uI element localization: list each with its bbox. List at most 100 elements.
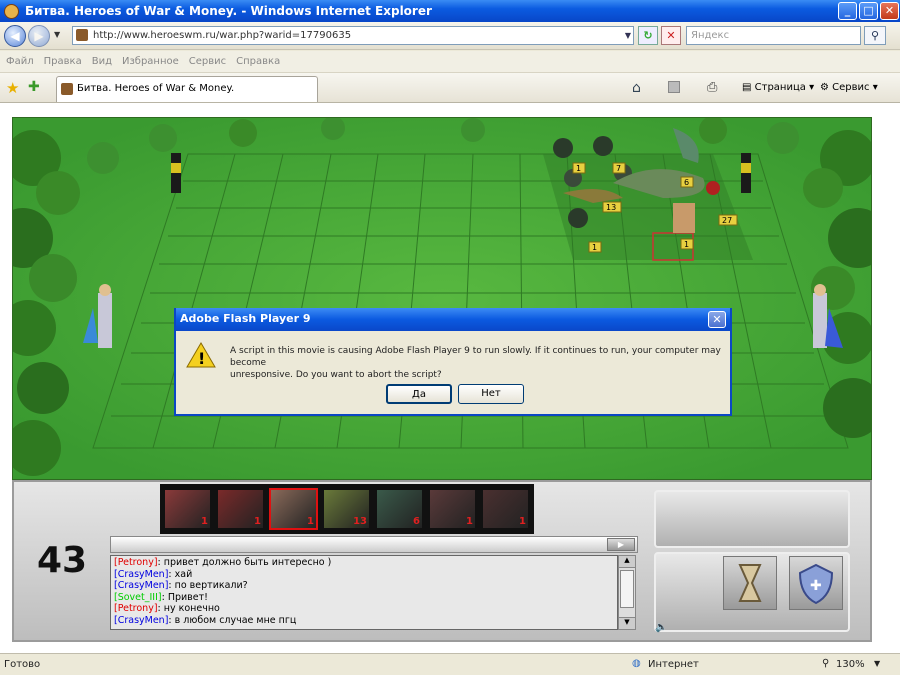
tab-row: ★ ✚ Битва. Heroes of War & Money. ⌂ ⎙ ▤ … <box>0 73 900 103</box>
dialog-close-button[interactable]: ✕ <box>708 311 726 328</box>
chat-author[interactable]: [CrasyMen] <box>114 615 168 626</box>
battlefield[interactable]: 1 7 6 13 27 1 1 <box>12 117 872 480</box>
badge-7: 1 <box>684 240 689 249</box>
queue-unit-count: 1 <box>254 516 261 527</box>
zoom-icon: ⚲ <box>822 658 830 669</box>
queue-unit[interactable]: 6 <box>375 488 424 530</box>
chat-message: [Sovet_III]: Привет! <box>114 592 614 604</box>
chat-message: [Petrony]: ну конечно <box>114 603 614 615</box>
title-bar: Битва. Heroes of War & Money. - Windows … <box>0 0 900 22</box>
site-icon <box>76 29 88 41</box>
queue-unit[interactable]: 1 <box>216 488 265 530</box>
defend-button[interactable]: ✚ <box>789 556 843 610</box>
address-row: ◀ ▶ ▼ http://www.heroeswm.ru/war.php?war… <box>0 22 900 50</box>
zoom-dropdown-icon[interactable]: ▼ <box>874 659 880 668</box>
unit-left-archer[interactable] <box>171 153 181 193</box>
menu-file[interactable]: Файл <box>6 56 34 67</box>
dialog-message-line2: unresponsive. Do you want to abort the s… <box>230 370 442 380</box>
home-icon[interactable]: ⌂ <box>632 80 641 96</box>
page-label: Страница <box>754 82 806 93</box>
dialog-title: Adobe Flash Player 9 <box>180 312 311 325</box>
minimize-button[interactable]: _ <box>838 2 857 20</box>
badge-6: 1 <box>592 243 597 252</box>
zoom-level[interactable]: 130% <box>836 659 865 670</box>
tab-battle[interactable]: Битва. Heroes of War & Money. <box>56 76 318 102</box>
maximize-button[interactable]: □ <box>859 2 878 20</box>
warning-icon: ! <box>186 342 216 368</box>
scroll-thumb[interactable] <box>620 570 634 608</box>
chat-message: [CrasyMen]: хай <box>114 569 614 581</box>
queue-unit-count: 1 <box>307 516 314 527</box>
refresh-icon[interactable]: ↻ <box>638 26 658 45</box>
chat-author[interactable]: [Sovet_III] <box>114 592 162 603</box>
queue-unit-count: 6 <box>413 516 420 527</box>
tools-menu[interactable]: ⚙ Сервис ▾ <box>820 82 878 93</box>
badge-3: 6 <box>684 178 689 187</box>
chat-author[interactable]: [CrasyMen] <box>114 580 168 591</box>
back-button[interactable]: ◀ <box>4 25 26 47</box>
status-text: Готово <box>4 659 41 670</box>
svg-text:✚: ✚ <box>810 578 822 594</box>
badge-1: 1 <box>576 164 581 173</box>
chat-text: : по вертикали? <box>168 580 248 591</box>
badge-4: 13 <box>606 203 616 212</box>
menu-help[interactable]: Справка <box>236 56 280 67</box>
queue-unit[interactable]: 1 <box>481 488 530 530</box>
queue-unit-count: 1 <box>519 516 526 527</box>
menu-tools[interactable]: Сервис <box>189 56 226 67</box>
dialog-message-line1: A script in this movie is causing Adobe … <box>230 346 721 368</box>
search-icon[interactable]: ⚲ <box>864 26 886 45</box>
queue-unit[interactable]: 1 <box>269 488 318 530</box>
menu-view[interactable]: Вид <box>92 56 112 67</box>
send-arrow-icon[interactable]: ▶ <box>607 538 635 551</box>
scroll-down-icon[interactable]: ▼ <box>619 617 635 629</box>
unit-right-archer[interactable] <box>741 153 751 193</box>
badge-5: 27 <box>722 216 732 225</box>
favorites-star-icon[interactable]: ★ <box>6 79 19 97</box>
feeds-icon[interactable] <box>668 81 680 93</box>
page-menu[interactable]: ▤ Страница ▾ <box>742 82 814 93</box>
dialog-message: A script in this movie is causing Adobe … <box>230 345 730 381</box>
chat-author[interactable]: [Petrony] <box>114 603 158 614</box>
status-bar: Готово ◍ Интернет ⚲ 130% ▼ <box>0 653 900 675</box>
chat-text: : хай <box>168 568 193 580</box>
chat-message: [CrasyMen]: в любом случае мне пгц <box>114 615 614 627</box>
scroll-up-icon[interactable]: ▲ <box>619 556 635 568</box>
dialog-title-bar: Adobe Flash Player 9 ✕ <box>176 308 730 331</box>
address-dropdown-icon[interactable]: ▼ <box>625 27 631 44</box>
menu-favorites[interactable]: Избранное <box>122 56 179 67</box>
queue-unit[interactable]: 1 <box>163 488 212 530</box>
chat-text: : Привет! <box>161 591 208 603</box>
forward-button[interactable]: ▶ <box>28 25 50 47</box>
window-title: Битва. Heroes of War & Money. - Windows … <box>25 4 432 18</box>
gear-icon: ⚙ <box>820 82 833 93</box>
print-icon[interactable]: ⎙ <box>707 80 717 95</box>
chat-scrollbar[interactable]: ▲ ▼ <box>618 555 636 630</box>
address-input[interactable]: http://www.heroeswm.ru/war.php?warid=177… <box>72 26 634 45</box>
menu-edit[interactable]: Правка <box>44 56 82 67</box>
search-input[interactable]: Яндекс <box>686 26 861 45</box>
close-button[interactable]: ✕ <box>880 2 899 20</box>
chat-text: : в любом случае мне пгц <box>168 614 297 626</box>
yes-button[interactable]: Да <box>386 384 452 404</box>
security-zone: Интернет <box>648 659 699 670</box>
tab-label: Битва. Heroes of War & Money. <box>77 83 235 94</box>
add-favorites-icon[interactable]: ✚ <box>28 79 40 95</box>
queue-unit[interactable]: 13 <box>322 488 371 530</box>
wait-button[interactable] <box>723 556 777 610</box>
svg-text:!: ! <box>198 349 205 368</box>
chat-log: [Petrony]: привет должно быть интересно … <box>110 555 618 630</box>
queue-unit-count: 1 <box>201 516 208 527</box>
sound-icon[interactable]: 🔈 <box>655 622 667 633</box>
queue-unit[interactable]: 1 <box>428 488 477 530</box>
stop-icon[interactable]: ✕ <box>661 26 681 45</box>
no-button[interactable]: Нет <box>458 384 524 404</box>
chat-author[interactable]: [CrasyMen] <box>114 569 168 580</box>
globe-icon: ◍ <box>632 658 641 669</box>
history-dropdown-icon[interactable]: ▼ <box>54 30 60 39</box>
turn-counter: 43 <box>37 540 88 581</box>
chat-message: [Petrony]: привет должно быть интересно … <box>114 557 614 569</box>
chat-input[interactable]: ▶ <box>110 536 638 553</box>
shield-icon: ✚ <box>798 563 834 605</box>
chat-author[interactable]: [Petrony] <box>114 557 158 568</box>
